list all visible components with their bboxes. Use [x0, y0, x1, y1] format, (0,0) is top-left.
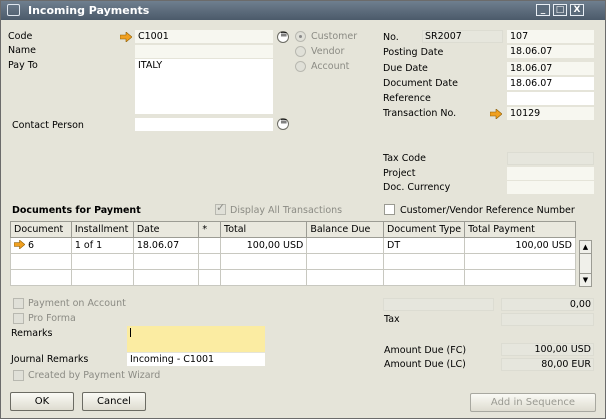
name-label: Name [8, 45, 37, 56]
total-cell[interactable]: 100,00 USD [219, 237, 308, 254]
incoming-payments-window: Incoming Payments _ □ X Code C1001 Name … [0, 0, 606, 419]
no-label: No. [383, 32, 399, 43]
table-header-row: Document Installment Date * Total Balanc… [10, 221, 576, 238]
journal-remarks-label: Journal Remarks [11, 354, 89, 365]
column-header[interactable]: Document Type [383, 221, 466, 238]
minimize-button[interactable]: _ [536, 4, 550, 16]
balance-due-cell[interactable] [306, 237, 385, 254]
radio-vendor[interactable] [295, 46, 306, 57]
posting-date-label: Posting Date [383, 47, 444, 58]
radio-customer[interactable] [295, 31, 306, 42]
pay-to-field[interactable]: ITALY [135, 59, 273, 114]
checkmark-icon: ✓ [216, 201, 226, 214]
name-field[interactable] [135, 45, 273, 58]
choose-from-list-icon[interactable] [277, 30, 289, 43]
summary-value-field[interactable]: 0,00 [501, 298, 594, 311]
project-field[interactable] [507, 167, 594, 180]
scroll-up-icon[interactable]: ▲ [580, 241, 591, 254]
display-all-label: Display All Transactions [230, 205, 343, 216]
window-title: Incoming Payments [28, 4, 150, 17]
transaction-no-label: Transaction No. [383, 108, 457, 119]
column-header[interactable]: Installment [70, 221, 134, 238]
journal-remarks-field[interactable]: Incoming - C1001 [127, 353, 265, 366]
table-row[interactable] [10, 253, 576, 270]
amount-due-fc-field[interactable]: 100,00 USD [501, 343, 594, 356]
star-cell[interactable] [198, 237, 221, 254]
code-field[interactable]: C1001 [135, 30, 273, 43]
tax-code-field[interactable] [507, 152, 594, 165]
transaction-no-field[interactable]: 10129 [507, 107, 594, 120]
scroll-down-icon[interactable]: ▼ [580, 273, 591, 286]
document-cell[interactable]: 6 [10, 237, 72, 254]
documents-section-title: Documents for Payment [12, 205, 141, 216]
window-icon [7, 4, 20, 16]
amount-due-lc-field[interactable]: 80,00 EUR [501, 358, 594, 371]
tax-value-field[interactable] [501, 313, 594, 326]
column-header[interactable]: Total Payment [464, 221, 576, 238]
link-arrow-icon[interactable] [490, 109, 502, 119]
table-row[interactable] [10, 269, 576, 286]
contact-person-field[interactable] [135, 118, 273, 131]
contact-person-label: Contact Person [12, 120, 84, 131]
radio-account[interactable] [295, 61, 306, 72]
radio-customer-label: Customer [311, 31, 358, 42]
amount-due-fc-label: Amount Due (FC) [384, 345, 467, 356]
reference-field[interactable] [507, 92, 594, 105]
tax-label: Tax [384, 314, 400, 325]
payment-wizard-label: Created by Payment Wizard [28, 370, 161, 381]
column-header[interactable]: Total [219, 221, 308, 238]
payment-on-account-checkbox[interactable] [13, 298, 24, 309]
document-type-cell[interactable]: DT [383, 237, 466, 254]
series-field[interactable]: SR2007 [422, 30, 503, 43]
maximize-button[interactable]: □ [553, 4, 567, 16]
due-date-label: Due Date [383, 63, 428, 74]
cust-ref-checkbox[interactable] [384, 204, 395, 215]
payment-wizard-checkbox[interactable] [13, 370, 24, 381]
radio-vendor-label: Vendor [311, 46, 345, 57]
reference-label: Reference [383, 93, 431, 104]
documents-table: Document Installment Date * Total Balanc… [10, 221, 576, 286]
posting-date-field[interactable]: 18.06.07 [507, 45, 594, 58]
date-cell[interactable]: 18.06.07 [132, 237, 200, 254]
column-header[interactable]: Balance Due [306, 221, 385, 238]
remarks-field[interactable] [127, 326, 265, 352]
cancel-button[interactable]: Cancel [82, 392, 146, 411]
column-header[interactable]: * [198, 221, 221, 238]
installment-cell[interactable]: 1 of 1 [70, 237, 134, 254]
link-arrow-icon[interactable] [13, 239, 26, 250]
add-in-sequence-button[interactable]: Add in Sequence [470, 393, 596, 412]
doc-currency-field[interactable] [507, 181, 594, 194]
choose-from-list-icon[interactable] [277, 117, 289, 130]
title-bar: Incoming Payments _ □ X [1, 1, 605, 20]
pro-forma-checkbox[interactable] [13, 313, 24, 324]
pay-to-label: Pay To [8, 60, 38, 71]
document-number-field[interactable]: 107 [507, 30, 594, 43]
due-date-field[interactable]: 18.06.07 [507, 62, 594, 75]
document-date-label: Document Date [383, 78, 458, 89]
code-label: Code [8, 31, 33, 42]
doc-currency-label: Doc. Currency [383, 182, 451, 193]
amount-due-lc-label: Amount Due (LC) [384, 359, 466, 370]
close-button[interactable]: X [570, 4, 584, 16]
summary-label-field [383, 298, 494, 311]
column-header[interactable]: Document [10, 221, 72, 238]
ok-button[interactable]: OK [10, 392, 74, 411]
text-cursor [130, 328, 131, 337]
table-scrollbar[interactable]: ▲ ▼ [579, 240, 592, 287]
tax-code-label: Tax Code [383, 153, 427, 164]
column-header[interactable]: Date [132, 221, 200, 238]
link-arrow-icon[interactable] [120, 32, 132, 42]
remarks-label: Remarks [11, 328, 53, 339]
document-date-field[interactable]: 18.06.07 [507, 77, 594, 90]
cust-ref-label: Customer/Vendor Reference Number [400, 205, 575, 216]
radio-account-label: Account [311, 61, 350, 72]
table-row[interactable]: 6 1 of 1 18.06.07 100,00 USD DT 100,00 U… [10, 237, 576, 254]
payment-on-account-label: Payment on Account [28, 298, 126, 309]
project-label: Project [383, 168, 416, 179]
pro-forma-label: Pro Forma [28, 313, 76, 324]
total-payment-cell[interactable]: 100,00 USD [464, 237, 576, 254]
